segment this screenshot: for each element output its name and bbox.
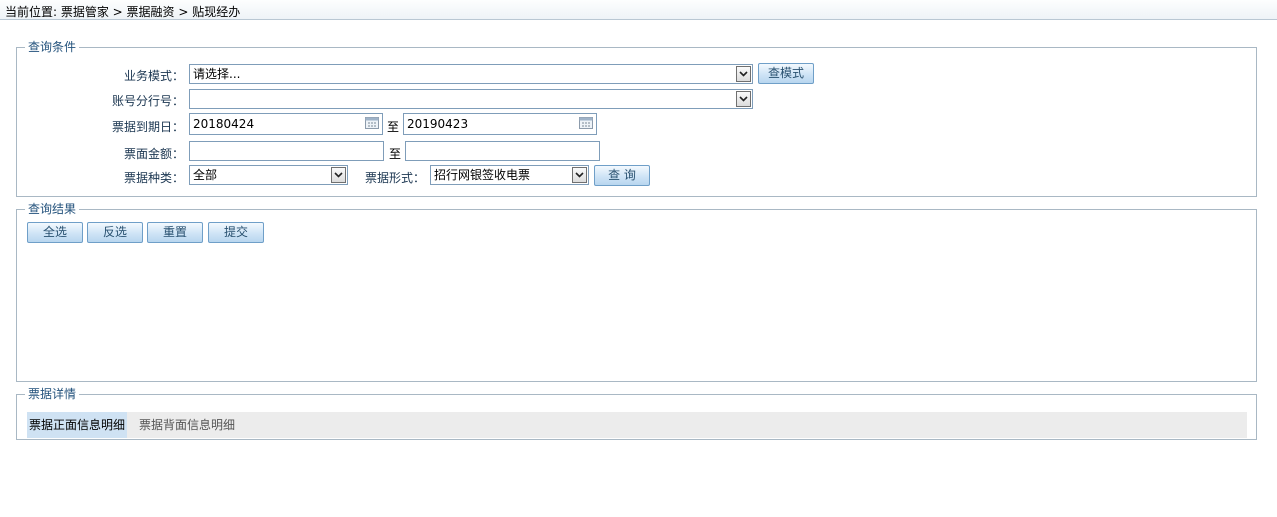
amount-label: 票面金额： xyxy=(123,147,184,161)
due-date-label: 票据到期日： xyxy=(111,120,184,134)
bill-form-value: 招行网银签收电票 xyxy=(434,168,531,182)
chevron-down-icon xyxy=(572,167,587,183)
details-panel: 票据详情 票据正面信息明细 票据背面信息明细 xyxy=(16,387,1257,440)
bill-form-select[interactable]: 招行网银签收电票 xyxy=(430,165,589,185)
chevron-down-icon xyxy=(331,167,346,183)
due-date-to-separator: 至 xyxy=(387,120,400,134)
due-date-from-value: 20180424 xyxy=(193,117,255,131)
account-branch-select[interactable] xyxy=(189,89,753,109)
calendar-icon[interactable] xyxy=(365,117,379,129)
calendar-icon[interactable] xyxy=(579,117,593,129)
bill-type-label: 票据种类： xyxy=(123,171,184,185)
submit-button[interactable]: 提交 xyxy=(208,222,264,243)
business-mode-label: 业务模式： xyxy=(123,69,184,83)
query-legend: 查询条件 xyxy=(28,40,77,54)
bill-type-value: 全部 xyxy=(193,168,218,182)
chevron-down-icon xyxy=(736,66,751,82)
business-mode-select[interactable]: 请选择... xyxy=(189,64,753,84)
details-tab-bar: 票据正面信息明细 票据背面信息明细 xyxy=(27,412,1247,438)
bill-type-select[interactable]: 全部 xyxy=(189,165,348,185)
due-date-from-input[interactable]: 20180424 xyxy=(189,113,383,135)
search-button[interactable]: 查 询 xyxy=(594,165,650,186)
breadcrumb: 当前位置: 票据管家 > 票据融资 > 贴现经办 xyxy=(0,0,1277,20)
amount-to-separator: 至 xyxy=(389,147,402,161)
select-all-button[interactable]: 全选 xyxy=(27,222,83,243)
business-mode-value: 请选择... xyxy=(193,67,241,81)
due-date-to-input[interactable]: 20190423 xyxy=(403,113,597,135)
reset-button[interactable]: 重置 xyxy=(147,222,203,243)
bill-form-label: 票据形式： xyxy=(364,171,425,185)
due-date-to-value: 20190423 xyxy=(407,117,469,131)
tab-back-info[interactable]: 票据背面信息明细 xyxy=(137,412,237,438)
tab-front-info[interactable]: 票据正面信息明细 xyxy=(27,412,128,438)
amount-from-input[interactable] xyxy=(189,141,384,161)
check-mode-button[interactable]: 查模式 xyxy=(758,63,814,84)
results-legend: 查询结果 xyxy=(28,202,77,216)
chevron-down-icon xyxy=(736,91,751,107)
invert-selection-button[interactable]: 反选 xyxy=(87,222,143,243)
account-branch-label: 账号分行号： xyxy=(111,94,184,108)
details-legend: 票据详情 xyxy=(28,387,77,401)
amount-to-input[interactable] xyxy=(405,141,600,161)
